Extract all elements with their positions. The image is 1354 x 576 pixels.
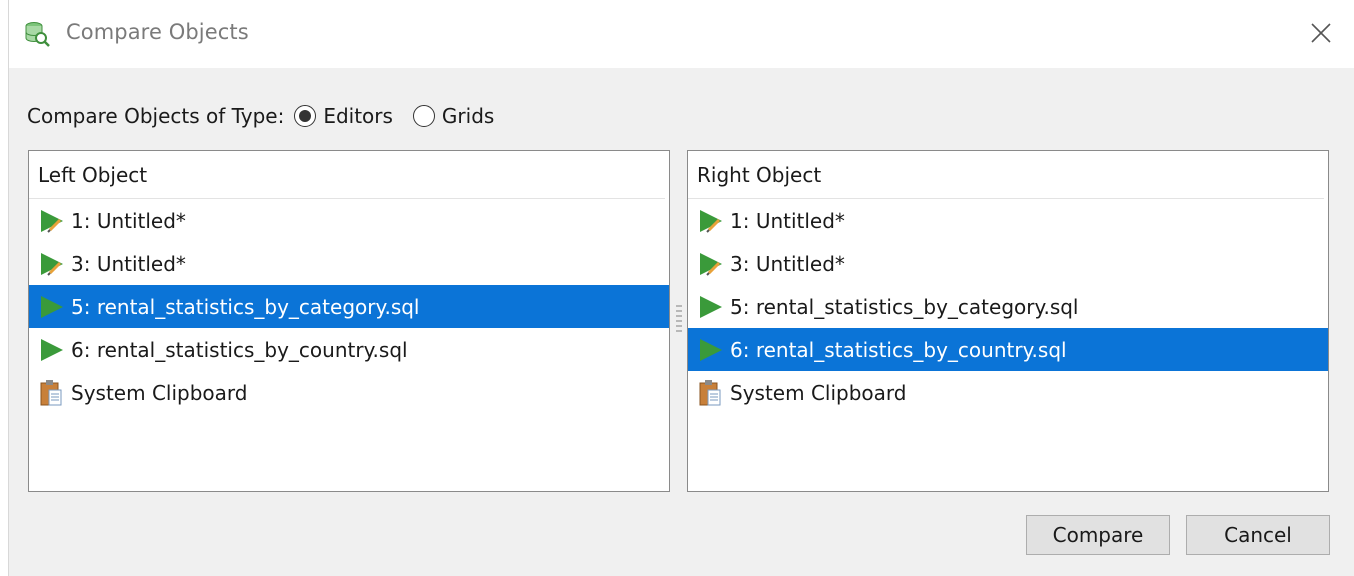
compare-objects-dialog: Compare Objects Compare Objects of Type:… — [8, 0, 1354, 576]
title-bar: Compare Objects — [9, 0, 1354, 68]
left-list-item[interactable]: 1: Untitled* — [29, 199, 669, 242]
panel-splitter[interactable] — [676, 305, 682, 339]
left-item-label: 5: rental_statistics_by_category.sql — [71, 294, 420, 319]
radio-editors[interactable]: Editors — [294, 104, 393, 128]
database-compare-icon — [25, 22, 50, 47]
edit-run-icon — [37, 249, 67, 279]
window-title: Compare Objects — [66, 20, 249, 44]
right-object-header: Right Object — [688, 151, 1324, 199]
right-item-label: 6: rental_statistics_by_country.sql — [730, 337, 1067, 362]
left-item-label: 6: rental_statistics_by_country.sql — [71, 337, 408, 362]
edit-run-icon — [37, 206, 67, 236]
left-list-item-selected[interactable]: 5: rental_statistics_by_category.sql — [29, 285, 669, 328]
left-item-label: 1: Untitled* — [71, 208, 186, 233]
right-object-list[interactable]: Right Object 1: Untitled* 3: Untitled* 5… — [687, 150, 1329, 492]
clipboard-icon — [37, 378, 67, 408]
radio-grids[interactable]: Grids — [412, 104, 495, 128]
clipboard-icon — [696, 378, 726, 408]
right-item-label: System Clipboard — [730, 380, 907, 405]
run-icon — [37, 335, 67, 365]
run-icon — [696, 292, 726, 322]
right-item-label: 3: Untitled* — [730, 251, 845, 276]
right-list-item[interactable]: System Clipboard — [688, 371, 1328, 414]
compare-button[interactable]: Compare — [1026, 515, 1170, 555]
left-list-item[interactable]: 6: rental_statistics_by_country.sql — [29, 328, 669, 371]
radio-editors-indicator[interactable] — [294, 105, 317, 127]
left-object-list[interactable]: Left Object 1: Untitled* 3: Untitled* 5:… — [28, 150, 670, 492]
close-icon[interactable] — [1306, 18, 1336, 48]
left-item-label: System Clipboard — [71, 380, 248, 405]
object-type-selector: Compare Objects of Type: Editors Grids — [27, 100, 514, 132]
edit-run-icon — [696, 206, 726, 236]
left-item-label: 3: Untitled* — [71, 251, 186, 276]
radio-grids-indicator[interactable] — [412, 105, 435, 127]
right-list-item[interactable]: 1: Untitled* — [688, 199, 1328, 242]
right-item-label: 1: Untitled* — [730, 208, 845, 233]
run-icon — [696, 335, 726, 365]
left-object-header: Left Object — [29, 151, 665, 199]
right-item-label: 5: rental_statistics_by_category.sql — [730, 294, 1079, 319]
object-type-label: Compare Objects of Type: — [27, 104, 285, 128]
right-list-item-selected[interactable]: 6: rental_statistics_by_country.sql — [688, 328, 1328, 371]
cancel-button[interactable]: Cancel — [1186, 515, 1330, 555]
radio-editors-label: Editors — [323, 104, 393, 128]
run-icon — [37, 292, 67, 322]
radio-grids-label: Grids — [441, 104, 495, 128]
left-list-item[interactable]: 3: Untitled* — [29, 242, 669, 285]
right-list-item[interactable]: 5: rental_statistics_by_category.sql — [688, 285, 1328, 328]
left-list-item[interactable]: System Clipboard — [29, 371, 669, 414]
edit-run-icon — [696, 249, 726, 279]
right-list-item[interactable]: 3: Untitled* — [688, 242, 1328, 285]
